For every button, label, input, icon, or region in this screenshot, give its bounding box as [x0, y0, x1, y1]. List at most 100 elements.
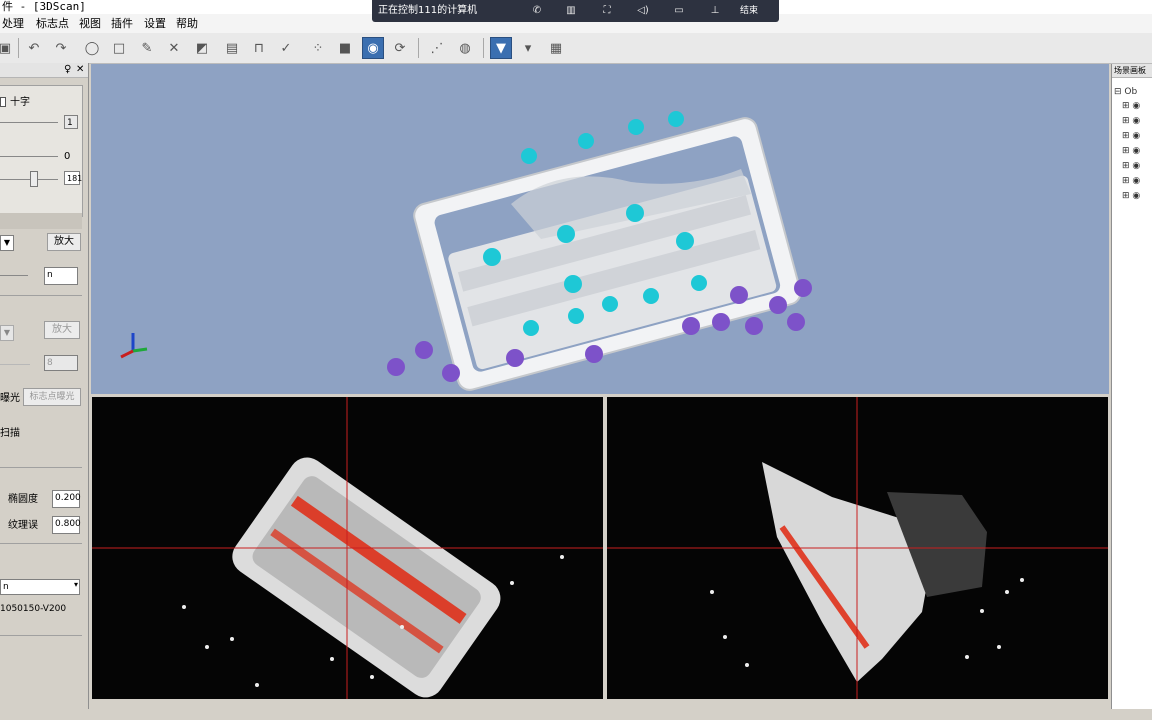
- menu-help[interactable]: 帮助: [174, 16, 200, 31]
- marker-dot: [483, 248, 501, 266]
- eye-icon[interactable]: ◉: [1132, 176, 1140, 186]
- divider: [0, 543, 82, 544]
- eye-icon[interactable]: ◉: [1132, 191, 1140, 201]
- eye-icon[interactable]: ◉: [362, 37, 384, 59]
- camera-right-image: [607, 397, 1108, 699]
- camera-icon[interactable]: ▼: [490, 37, 512, 59]
- volume-icon[interactable]: ◁): [636, 4, 650, 18]
- chart-icon[interactable]: ▥: [564, 4, 578, 18]
- end-session-button[interactable]: 结束: [740, 4, 758, 18]
- panel-header: ♀ ✕: [0, 63, 88, 78]
- eye-icon[interactable]: ◉: [1132, 146, 1140, 156]
- eye-icon[interactable]: ◉: [1132, 161, 1140, 171]
- lasso-icon[interactable]: ◯: [81, 37, 103, 59]
- marker-dot: [668, 111, 684, 127]
- crosshair-checkbox[interactable]: [0, 97, 6, 107]
- delete-icon[interactable]: ✕: [163, 37, 185, 59]
- axis-gizmo: [120, 333, 148, 359]
- tree-root[interactable]: ⊟ Ob: [1114, 86, 1137, 99]
- marker-dot: [602, 296, 618, 312]
- zoom-input[interactable]: n: [44, 267, 78, 285]
- marker-dot: [626, 204, 644, 222]
- pin-icon[interactable]: ⊥: [708, 4, 722, 18]
- menu-settings[interactable]: 设置: [142, 16, 168, 31]
- left-panel: ♀ ✕ 十字 1 0 181 ▼ 放大 n ▼ 放大 8 曝光 标志点曝光 扫描…: [0, 63, 89, 720]
- save-icon[interactable]: ▣: [0, 37, 16, 59]
- device-select[interactable]: n: [0, 579, 80, 595]
- clean-icon[interactable]: ✓: [275, 37, 297, 59]
- camera-view-right[interactable]: [607, 397, 1108, 699]
- tree-item[interactable]: ⊞ ◉: [1122, 145, 1140, 158]
- x-axis: [120, 349, 134, 359]
- undo-icon[interactable]: ↶: [23, 37, 45, 59]
- points-icon[interactable]: ⁘: [307, 37, 329, 59]
- exposure-label: 曝光: [0, 393, 20, 404]
- viewport-3d[interactable]: [91, 64, 1109, 394]
- marker-dot: [787, 313, 805, 331]
- brush-icon[interactable]: ✎: [136, 37, 158, 59]
- disabled-input[interactable]: 8: [44, 355, 78, 371]
- eye-icon[interactable]: ◉: [1132, 101, 1140, 111]
- tree-item[interactable]: ⊞ ◉: [1122, 160, 1140, 173]
- screen-icon[interactable]: ▭: [672, 4, 686, 18]
- slider1-value[interactable]: 1: [64, 115, 78, 129]
- tree-item[interactable]: ⊞ ◉: [1122, 115, 1140, 128]
- invert-icon[interactable]: ◩: [191, 37, 213, 59]
- dropdown-arrow-icon[interactable]: ▼: [0, 235, 14, 251]
- eye-icon[interactable]: ◉: [1132, 116, 1140, 126]
- menu-markers[interactable]: 标志点: [34, 16, 71, 31]
- tree-item[interactable]: ⊞ ◉: [1122, 130, 1140, 143]
- slider-thumb[interactable]: [30, 171, 38, 187]
- slider-track: [0, 275, 28, 276]
- toolbar-separator: [418, 38, 419, 58]
- eye-icon[interactable]: ◉: [1132, 131, 1140, 141]
- fullscreen-icon[interactable]: ⛶: [600, 4, 614, 18]
- network-icon[interactable]: ⋰: [426, 37, 448, 59]
- menu-view[interactable]: 视图: [77, 16, 103, 31]
- tree-item[interactable]: ⊞ ◉: [1122, 190, 1140, 203]
- zoom-button[interactable]: 放大: [47, 233, 81, 251]
- refresh-icon[interactable]: ⟳: [389, 37, 411, 59]
- marker-dot: [523, 320, 539, 336]
- zoom-button-disabled[interactable]: 放大: [44, 321, 80, 339]
- grid-icon[interactable]: ▦: [545, 37, 567, 59]
- marker-dot: [568, 308, 584, 324]
- chevron-down-icon: ▾: [74, 580, 79, 589]
- marker-dot: [415, 341, 433, 359]
- scanner-icon[interactable]: ▤: [221, 37, 243, 59]
- tree-root-label: Ob: [1124, 87, 1138, 97]
- camera-view-left[interactable]: [92, 397, 603, 699]
- marker-dot: [585, 345, 603, 363]
- phone-icon[interactable]: ✆: [530, 4, 544, 18]
- slider-track: [0, 364, 30, 365]
- menu-process[interactable]: 处理: [0, 16, 26, 31]
- tripod-icon[interactable]: ⊓: [248, 37, 270, 59]
- close-icon[interactable]: ✕: [76, 63, 84, 77]
- texture-input[interactable]: 0.800: [52, 516, 81, 534]
- slider3-value[interactable]: 181: [64, 171, 82, 185]
- ellipse-input[interactable]: 0.200: [52, 490, 81, 508]
- box-icon[interactable]: ■: [334, 37, 356, 59]
- menu-plugins[interactable]: 插件: [109, 16, 135, 31]
- remote-control-bar: 正在控制111的计算机 ✆ ▥ ⛶ ◁) ▭ ⊥ 结束: [372, 0, 779, 22]
- marker-dot: [643, 288, 659, 304]
- marker-dot: [387, 358, 405, 376]
- scene-panel-header: 场景画板: [1112, 64, 1152, 78]
- redo-icon[interactable]: ↷: [50, 37, 72, 59]
- remote-status-text: 正在控制111的计算机: [378, 5, 478, 16]
- marker-dot: [628, 119, 644, 135]
- toolbar: ▣ ↶ ↷ ◯ □ ✎ ✕ ◩ ▤ ⊓ ✓ ⁘ ■ ◉ ⟳ ⋰ ◍ ▼ ▾ ▦: [0, 33, 1152, 64]
- dropdown-arrow-icon[interactable]: ▼: [0, 325, 14, 341]
- tree-item[interactable]: ⊞ ◉: [1122, 100, 1140, 113]
- globe-icon[interactable]: ◍: [454, 37, 476, 59]
- scan-model-view: [120, 111, 812, 391]
- camera2-icon[interactable]: ▾: [517, 37, 539, 59]
- marker-dot: [676, 232, 694, 250]
- tree-item[interactable]: ⊞ ◉: [1122, 175, 1140, 188]
- marker-dot: [769, 296, 787, 314]
- marker-dot: [794, 279, 812, 297]
- pin-icon[interactable]: ♀: [64, 63, 71, 77]
- marker-exposure-button[interactable]: 标志点曝光: [23, 388, 81, 406]
- device-text: 1050150-V200: [0, 604, 67, 614]
- rect-select-icon[interactable]: □: [108, 37, 130, 59]
